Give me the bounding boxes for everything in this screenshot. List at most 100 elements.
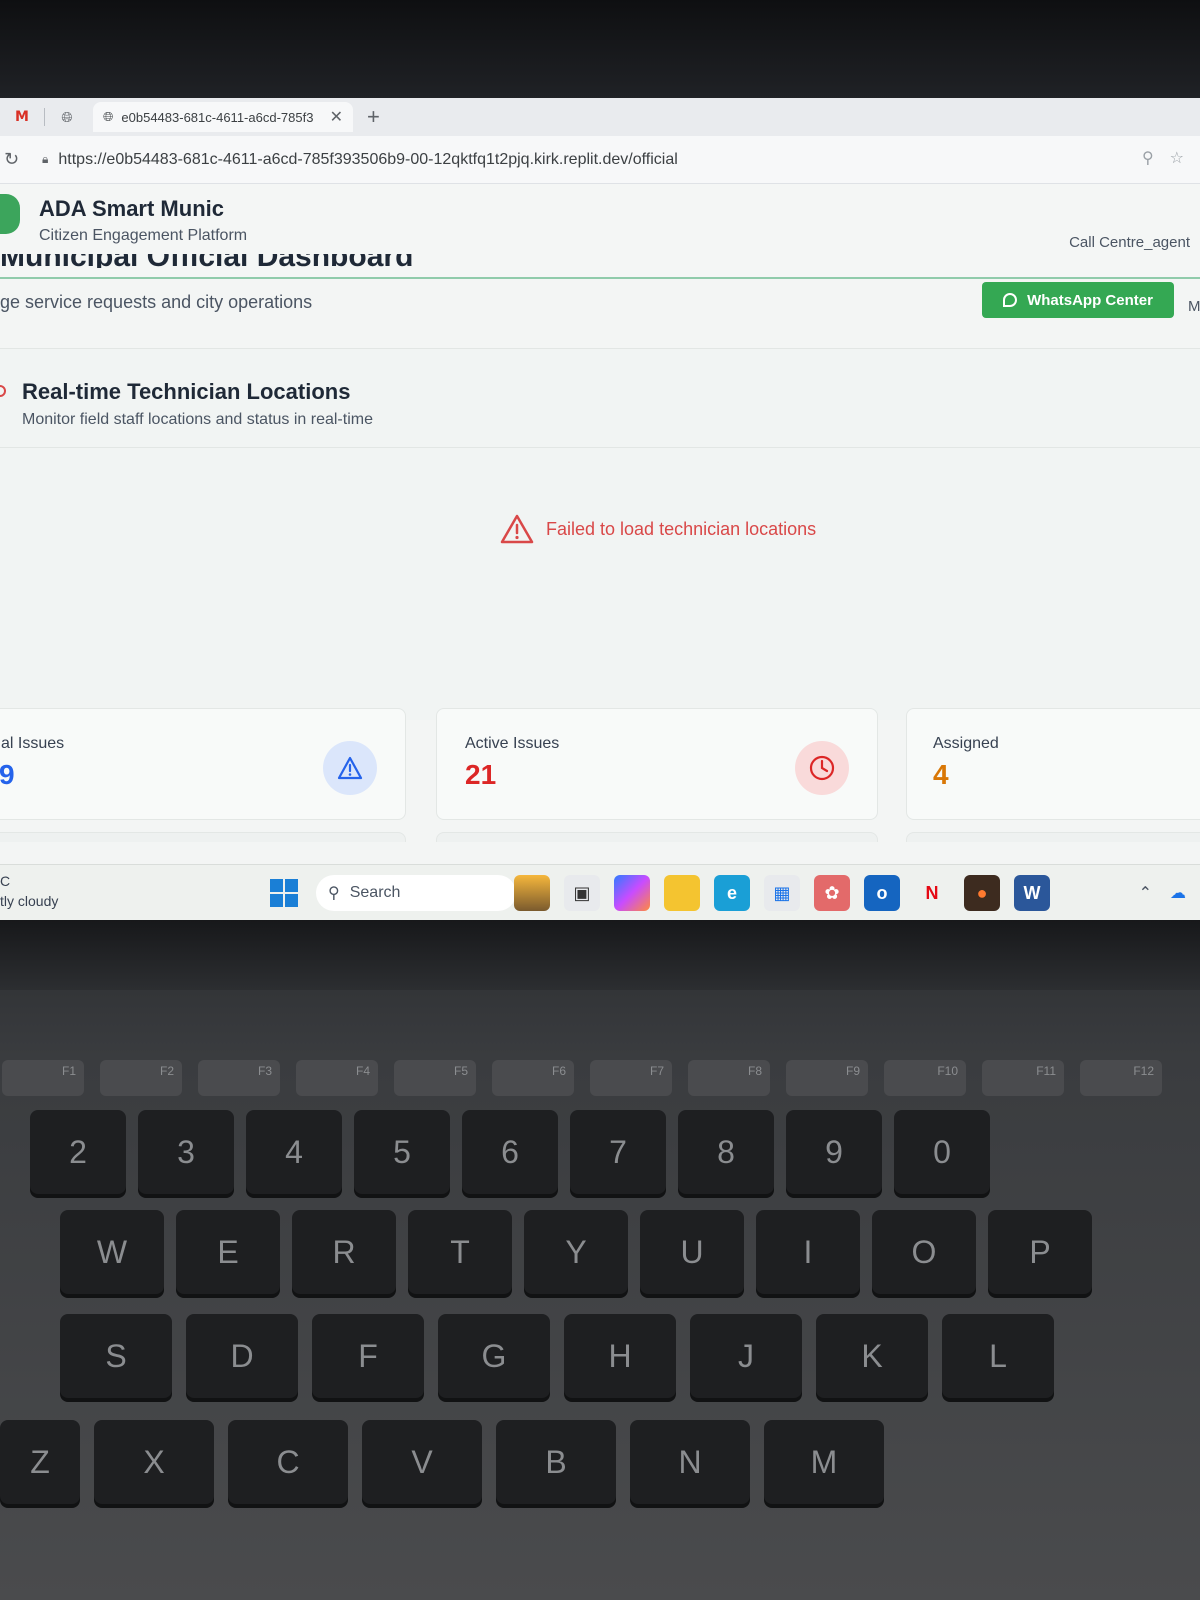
key-n[interactable]: N xyxy=(630,1420,750,1504)
stat-card-row-2 xyxy=(436,832,878,842)
key-f12[interactable]: F12 xyxy=(1080,1060,1162,1096)
app-header: ADA Smart Munic Citizen Engagement Platf… xyxy=(0,184,1200,278)
windows-taskbar: C tly cloudy ⚲ Search ▣ e ▦ ✿ o N ● W ⌃ … xyxy=(0,864,1200,920)
key-f[interactable]: F xyxy=(312,1314,424,1398)
key-f6[interactable]: F6 xyxy=(492,1060,574,1096)
active-tab[interactable]: 🌐︎ e0b54483-681c-4611-a6cd-785f3 ✕ xyxy=(93,102,353,132)
task-view-icon[interactable]: ▣ xyxy=(564,875,600,911)
whatsapp-center-button[interactable]: WhatsApp Center xyxy=(982,282,1174,318)
more-button-cut[interactable]: M xyxy=(1188,298,1200,315)
key-r[interactable]: R xyxy=(292,1210,396,1294)
technician-card-title: Real-time Technician Locations xyxy=(22,379,351,404)
key-2[interactable]: 2 xyxy=(30,1110,126,1194)
file-explorer-icon[interactable] xyxy=(664,875,700,911)
chevron-up-icon[interactable]: ⌃ xyxy=(1139,883,1152,903)
key-5[interactable]: 5 xyxy=(354,1110,450,1194)
edge-icon[interactable]: e xyxy=(714,875,750,911)
key-f8[interactable]: F8 xyxy=(688,1060,770,1096)
widgets-icon[interactable] xyxy=(514,875,550,911)
key-t[interactable]: T xyxy=(408,1210,512,1294)
stat-card-assigned[interactable]: Assigned 4 xyxy=(906,708,1200,820)
key-v[interactable]: V xyxy=(362,1420,482,1504)
cloud-icon[interactable]: ☁ xyxy=(1170,883,1186,903)
taskbar-search-label: Search xyxy=(349,884,401,901)
key-6[interactable]: 6 xyxy=(462,1110,558,1194)
key-j[interactable]: J xyxy=(690,1314,802,1398)
key-z[interactable]: Z xyxy=(0,1420,80,1504)
location-icon xyxy=(0,385,6,397)
key-k[interactable]: K xyxy=(816,1314,928,1398)
key-h[interactable]: H xyxy=(564,1314,676,1398)
star-icon[interactable]: ☆ xyxy=(1170,148,1184,168)
globe-icon: 🌐︎ xyxy=(61,108,73,125)
clock-icon xyxy=(795,741,849,795)
key-m[interactable]: M xyxy=(764,1420,884,1504)
key-f9[interactable]: F9 xyxy=(786,1060,868,1096)
key-l[interactable]: L xyxy=(942,1314,1054,1398)
whatsapp-center-label: WhatsApp Center xyxy=(1027,291,1153,309)
key-9[interactable]: 9 xyxy=(786,1110,882,1194)
alert-triangle-icon xyxy=(323,741,377,795)
key-0[interactable]: 0 xyxy=(894,1110,990,1194)
warning-icon xyxy=(500,514,534,544)
netflix-icon[interactable]: N xyxy=(914,875,950,911)
globe-tab[interactable]: 🌐︎ xyxy=(55,105,79,129)
stat-card-total-issues[interactable]: al Issues 9 xyxy=(0,708,406,820)
key-4[interactable]: 4 xyxy=(246,1110,342,1194)
key-o[interactable]: O xyxy=(872,1210,976,1294)
stat-label: al Issues xyxy=(1,735,65,752)
reload-icon[interactable]: ↻ xyxy=(4,149,28,170)
key-icon[interactable]: ⚲ xyxy=(1142,148,1154,168)
system-tray: ⌃ ☁ xyxy=(1139,883,1186,903)
app-icon[interactable]: ● xyxy=(964,875,1000,911)
key-g[interactable]: G xyxy=(438,1314,550,1398)
key-f7[interactable]: F7 xyxy=(590,1060,672,1096)
key-f11[interactable]: F11 xyxy=(982,1060,1064,1096)
key-i[interactable]: I xyxy=(756,1210,860,1294)
weather-temperature[interactable]: C xyxy=(0,873,10,889)
app-subtitle: Citizen Engagement Platform xyxy=(39,227,248,244)
key-c[interactable]: C xyxy=(228,1420,348,1504)
key-x[interactable]: X xyxy=(94,1420,214,1504)
screen: M 🌐︎ 🌐︎ e0b54483-681c-4611-a6cd-785f3 ✕ … xyxy=(0,98,1200,920)
key-f10[interactable]: F10 xyxy=(884,1060,966,1096)
gmail-tab[interactable]: M xyxy=(10,105,34,129)
key-y[interactable]: Y xyxy=(524,1210,628,1294)
key-f2[interactable]: F2 xyxy=(100,1060,182,1096)
windows-start-icon[interactable] xyxy=(270,879,298,907)
outlook-icon[interactable]: o xyxy=(864,875,900,911)
key-w[interactable]: W xyxy=(60,1210,164,1294)
stat-card-active-issues[interactable]: Active Issues 21 xyxy=(436,708,878,820)
tab-strip: M 🌐︎ 🌐︎ e0b54483-681c-4611-a6cd-785f3 ✕ … xyxy=(0,98,1200,136)
key-f3[interactable]: F3 xyxy=(198,1060,280,1096)
key-u[interactable]: U xyxy=(640,1210,744,1294)
globe-icon: 🌐︎ xyxy=(103,109,114,124)
lock-icon[interactable]: 🔒︎ xyxy=(42,152,48,167)
key-b[interactable]: B xyxy=(496,1420,616,1504)
key-s[interactable]: S xyxy=(60,1314,172,1398)
error-text: Failed to load technician locations xyxy=(546,518,817,539)
store-icon[interactable]: ▦ xyxy=(764,875,800,911)
chatgpt-icon[interactable]: ✿ xyxy=(814,875,850,911)
weather-description[interactable]: tly cloudy xyxy=(0,893,58,909)
close-icon[interactable]: ✕ xyxy=(330,107,343,127)
key-8[interactable]: 8 xyxy=(678,1110,774,1194)
user-role[interactable]: Call Centre_agent xyxy=(1069,234,1190,251)
url-field[interactable]: https://e0b54483-681c-4611-a6cd-785f3935… xyxy=(58,151,677,169)
key-e[interactable]: E xyxy=(176,1210,280,1294)
word-icon[interactable]: W xyxy=(1014,875,1050,911)
key-d[interactable]: D xyxy=(186,1314,298,1398)
key-f1[interactable]: F1 xyxy=(2,1060,84,1096)
key-f5[interactable]: F5 xyxy=(394,1060,476,1096)
key-p[interactable]: P xyxy=(988,1210,1092,1294)
key-3[interactable]: 3 xyxy=(138,1110,234,1194)
gmail-icon: M xyxy=(15,109,29,125)
card-divider xyxy=(0,447,1200,448)
copilot-icon[interactable] xyxy=(614,875,650,911)
new-tab-button[interactable]: + xyxy=(367,104,380,130)
key-7[interactable]: 7 xyxy=(570,1110,666,1194)
key-f4[interactable]: F4 xyxy=(296,1060,378,1096)
tab-title: e0b54483-681c-4611-a6cd-785f3 xyxy=(121,109,314,125)
technician-locations-card: Real-time Technician Locations Monitor f… xyxy=(0,348,1200,720)
taskbar-search[interactable]: ⚲ Search xyxy=(316,875,516,911)
